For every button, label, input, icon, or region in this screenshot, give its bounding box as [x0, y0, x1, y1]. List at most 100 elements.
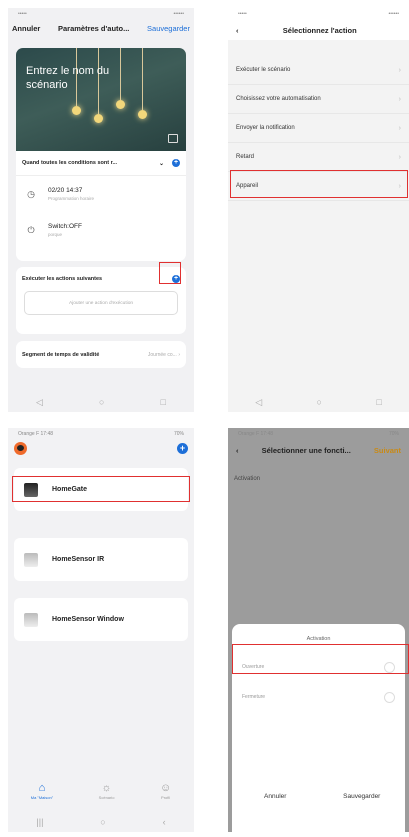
lamp-bulb: [72, 106, 81, 115]
status-left: •••••: [238, 11, 247, 17]
chevron-down-icon[interactable]: ⌄: [159, 160, 164, 167]
save-button[interactable]: Sauvegarder: [319, 793, 406, 800]
recents-icon[interactable]: |||: [36, 817, 43, 827]
actions-title: Exécuter les actions suivantes: [22, 276, 103, 282]
recents-icon[interactable]: □: [376, 397, 381, 407]
select-function-screen: Orange F 17:48 70% ‹ Sélectionner une fo…: [228, 428, 409, 832]
highlight-box: [159, 262, 181, 284]
tab-label: Profil: [161, 795, 171, 800]
radio-button[interactable]: [384, 691, 395, 703]
automation-settings-screen: ••••• •••••• Annuler Paramètres d'auto..…: [8, 8, 194, 412]
image-edit-icon[interactable]: [168, 134, 178, 143]
sheet-title: Activation: [306, 636, 331, 642]
chevron-right-icon: ›: [398, 124, 401, 132]
lamp-bulb: [116, 100, 125, 109]
status-right: 70%: [173, 431, 184, 437]
conditions-card: Quand toutes les conditions sont r... ⌄ …: [16, 151, 186, 261]
lamp-bulb: [138, 110, 147, 119]
status-left: Orange F 17:48: [18, 431, 54, 437]
devices-screen: Orange F 17:48 70% + HomeGate HomeSensor…: [8, 428, 194, 832]
clock-icon: ◷: [27, 189, 35, 199]
bottom-tabs: ⌂ Ma "Maison" ☼ Scénario ☺ Profil: [8, 770, 194, 812]
cancel-button[interactable]: Annuler: [232, 793, 319, 800]
system-navbar: ||| ○ ‹: [8, 812, 194, 832]
chevron-right-icon: ›: [178, 351, 180, 358]
status-bar: ••••• ••••••: [228, 8, 409, 20]
status-right: ••••••: [173, 11, 184, 17]
highlight-box: [230, 170, 408, 198]
header: Annuler Paramètres d'auto... Sauvegarder: [8, 20, 194, 36]
header: ‹ Sélectionner une foncti... Suivant: [228, 440, 409, 460]
page-title: Sélectionnez l'action: [282, 25, 357, 35]
status-bar: Orange F 17:48 70%: [8, 428, 194, 440]
scene-name-input[interactable]: Entrez le nom du scénario: [26, 64, 144, 92]
tab-profile[interactable]: ☺ Profil: [160, 782, 171, 800]
home-icon[interactable]: ○: [317, 397, 322, 407]
condition-type: porque: [48, 232, 63, 237]
highlight-box: [12, 476, 190, 502]
add-action-button[interactable]: Ajouter une action d'exécution: [24, 291, 178, 315]
conditions-title: Quand toutes les conditions sont r...: [22, 160, 118, 166]
power-icon: ⏻: [27, 225, 35, 235]
back-icon[interactable]: ‹: [163, 817, 166, 827]
status-right: ••••••: [388, 11, 399, 17]
header: ‹ Sélectionnez l'action: [228, 20, 409, 40]
cancel-button[interactable]: Annuler: [12, 24, 40, 33]
avatar[interactable]: [14, 441, 27, 455]
device-icon: [24, 612, 38, 627]
add-condition-icon[interactable]: +: [172, 159, 180, 167]
save-button[interactable]: Sauvegarder: [147, 24, 190, 33]
system-navbar: ◁ ○ □: [228, 392, 409, 412]
tab-label: Scénario: [98, 795, 115, 800]
option-label: Fermeture: [242, 694, 266, 700]
menu-item[interactable]: Retard ›: [228, 143, 409, 172]
device-card[interactable]: HomeSensor IR: [14, 538, 188, 581]
device-name: HomeSensor IR: [52, 556, 105, 563]
condition-type: Programmation horaire: [48, 196, 95, 201]
next-button[interactable]: Suivant: [374, 446, 401, 455]
home-icon[interactable]: ○: [100, 817, 105, 827]
page-title: Sélectionner une foncti...: [261, 445, 351, 455]
status-left: •••••: [18, 11, 27, 17]
condition-value: Switch:OFF: [48, 223, 82, 230]
device-card[interactable]: HomeSensor Window: [14, 598, 188, 641]
scene-cover[interactable]: Entrez le nom du scénario: [16, 48, 186, 151]
condition-row[interactable]: ⏻ Switch:OFF porque: [16, 212, 186, 248]
activation-row[interactable]: Activation: [234, 476, 260, 482]
condition-row[interactable]: ◷ 02/20 14:37 Programmation horaire: [16, 176, 186, 212]
home-icon[interactable]: ○: [99, 397, 104, 407]
profile-icon: ☺: [159, 782, 172, 794]
menu-item-label: Retard: [236, 154, 255, 160]
status-left: Orange F 17:48: [238, 431, 274, 437]
condition-value: 02/20 14:37: [48, 187, 83, 194]
menu-item[interactable]: Exécuter le scénario ›: [228, 56, 409, 85]
add-device-icon[interactable]: +: [177, 442, 188, 454]
device-icon: [24, 552, 38, 567]
chevron-right-icon: ›: [398, 95, 401, 103]
page-title: Paramètres d'auto...: [57, 23, 130, 33]
tab-home[interactable]: ⌂ Ma "Maison": [31, 782, 53, 800]
system-navbar: ◁ ○ □: [8, 392, 194, 412]
header: +: [8, 440, 194, 456]
back-icon[interactable]: ◁: [36, 397, 43, 408]
menu-item-label: Envoyer la notification: [236, 125, 295, 131]
validity-segment-row[interactable]: Segment de temps de validité Journée co.…: [16, 341, 186, 368]
menu-item[interactable]: Envoyer la notification ›: [228, 114, 409, 143]
device-name: HomeSensor Window: [52, 616, 124, 623]
segment-value: Journée co...: [147, 351, 177, 358]
menu-item-label: Choisissez votre automatisation: [236, 96, 321, 102]
option-closing[interactable]: Fermeture: [238, 686, 399, 708]
menu-item-label: Exécuter le scénario: [236, 67, 291, 73]
recents-icon[interactable]: □: [161, 397, 166, 407]
menu-item[interactable]: Choisissez votre automatisation ›: [228, 85, 409, 114]
conditions-header[interactable]: Quand toutes les conditions sont r... ⌄ …: [16, 151, 186, 176]
segment-label: Segment de temps de validité: [22, 351, 100, 358]
status-bar: ••••• ••••••: [8, 8, 194, 20]
back-icon[interactable]: ◁: [255, 397, 262, 408]
tab-scene[interactable]: ☼ Scénario: [99, 782, 115, 800]
home-icon: ⌂: [38, 782, 46, 794]
chevron-right-icon: ›: [398, 153, 401, 161]
sun-icon: ☼: [101, 782, 112, 794]
status-right: 70%: [388, 431, 399, 437]
status-bar: Orange F 17:48 70%: [228, 428, 409, 440]
